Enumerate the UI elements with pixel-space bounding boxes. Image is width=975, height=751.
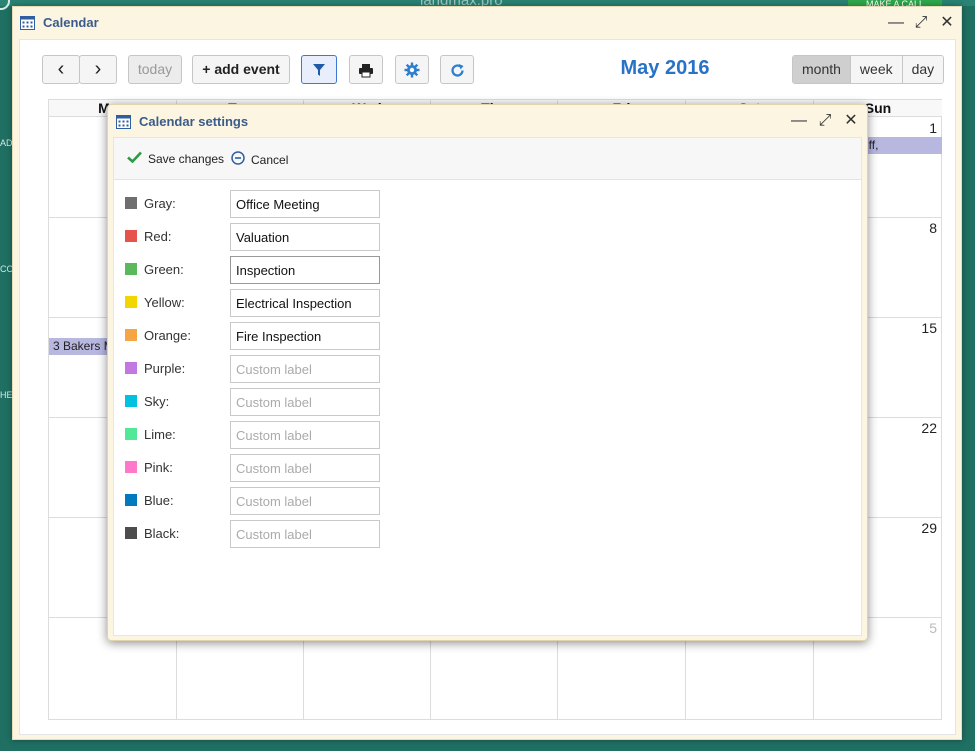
- maximize-icon[interactable]: ⤢: [911, 13, 931, 33]
- color-label-input-sky[interactable]: [230, 388, 380, 416]
- filter-button[interactable]: [301, 55, 337, 84]
- background-side-text: HE: [0, 390, 12, 400]
- print-button[interactable]: [349, 55, 383, 84]
- background-side-text: AD: [0, 138, 12, 148]
- dialog-title: Calendar settings: [139, 114, 249, 129]
- color-swatch: [125, 197, 137, 209]
- calendar-title: May 2016: [620, 57, 710, 79]
- color-label-input-blue[interactable]: [230, 487, 380, 515]
- checkmark-icon: [127, 151, 148, 166]
- background-circle-icon: [0, 0, 10, 10]
- color-label-input-pink[interactable]: [230, 454, 380, 482]
- next-button[interactable]: ›: [79, 55, 117, 84]
- color-swatch: [125, 395, 137, 407]
- color-label-input-black[interactable]: [230, 520, 380, 548]
- save-changes-button[interactable]: Save changes: [127, 151, 224, 166]
- color-swatch: [125, 230, 137, 242]
- color-name: Red:: [144, 229, 172, 244]
- minimize-icon[interactable]: —: [789, 111, 809, 131]
- dialog-toolbar: Save changes Cancel: [114, 138, 861, 180]
- dialog-body: Save changes Cancel Gray: Red: Green: Ye…: [113, 137, 862, 636]
- day-number[interactable]: 29: [907, 520, 937, 536]
- day-number[interactable]: 1: [907, 120, 937, 136]
- color-swatch: [125, 329, 137, 341]
- color-swatch: [125, 263, 137, 275]
- calendar-icon: [116, 114, 131, 132]
- color-swatch: [125, 461, 137, 473]
- save-changes-label: Save changes: [148, 151, 225, 166]
- calendar-window-titlebar[interactable]: Calendar — ⤢ ✕: [13, 7, 961, 38]
- color-label-input-lime[interactable]: [230, 421, 380, 449]
- dialog-titlebar[interactable]: Calendar settings — ⤢ ✕: [108, 105, 867, 137]
- day-number[interactable]: 15: [907, 320, 937, 336]
- color-swatch: [125, 527, 137, 539]
- cancel-label: Cancel: [251, 152, 289, 167]
- color-swatch: [125, 428, 137, 440]
- color-label-input-green[interactable]: [230, 256, 380, 284]
- view-switcher: month week day: [792, 55, 945, 84]
- color-name: Lime:: [144, 427, 176, 442]
- color-label-input-yellow[interactable]: [230, 289, 380, 317]
- color-name: Sky:: [144, 394, 170, 409]
- maximize-icon[interactable]: ⤢: [815, 111, 835, 131]
- color-label-input-gray[interactable]: [230, 190, 380, 218]
- cancel-button[interactable]: Cancel: [231, 151, 288, 168]
- close-icon[interactable]: ✕: [937, 13, 957, 33]
- color-swatch: [125, 362, 137, 374]
- add-event-button[interactable]: + add event: [192, 55, 290, 84]
- color-name: Blue:: [144, 493, 174, 508]
- cancel-icon: [231, 151, 251, 168]
- calendar-icon: [20, 15, 35, 33]
- color-name: Orange:: [144, 328, 191, 343]
- prev-button[interactable]: ‹: [42, 55, 80, 84]
- color-label-input-orange[interactable]: [230, 322, 380, 350]
- view-week-button[interactable]: week: [849, 56, 902, 83]
- settings-button[interactable]: [395, 55, 429, 84]
- day-number[interactable]: 5: [907, 620, 937, 636]
- color-name: Pink:: [144, 460, 173, 475]
- color-label-input-purple[interactable]: [230, 355, 380, 383]
- today-button[interactable]: today: [128, 55, 182, 84]
- color-name: Black:: [144, 526, 180, 541]
- color-name: Gray:: [144, 196, 176, 211]
- color-name: Green:: [144, 262, 184, 277]
- color-swatch: [125, 494, 137, 506]
- filter-icon: [312, 64, 326, 80]
- printer-icon: [358, 64, 374, 81]
- minimize-icon[interactable]: —: [886, 13, 906, 33]
- day-number[interactable]: 8: [907, 220, 937, 236]
- view-day-button[interactable]: day: [901, 56, 944, 83]
- calendar-settings-dialog: Calendar settings — ⤢ ✕ Save changes Can…: [107, 104, 868, 641]
- day-number[interactable]: 22: [907, 420, 937, 436]
- window-title: Calendar: [43, 15, 99, 30]
- color-name: Yellow:: [144, 295, 185, 310]
- refresh-icon: [450, 64, 465, 81]
- background-side-text: CO: [0, 264, 12, 274]
- view-month-button[interactable]: month: [793, 56, 850, 83]
- gear-icon: [404, 62, 420, 81]
- color-swatch: [125, 296, 137, 308]
- refresh-button[interactable]: [440, 55, 474, 84]
- color-name: Purple:: [144, 361, 186, 376]
- close-icon[interactable]: ✕: [841, 111, 861, 131]
- color-label-input-red[interactable]: [230, 223, 380, 251]
